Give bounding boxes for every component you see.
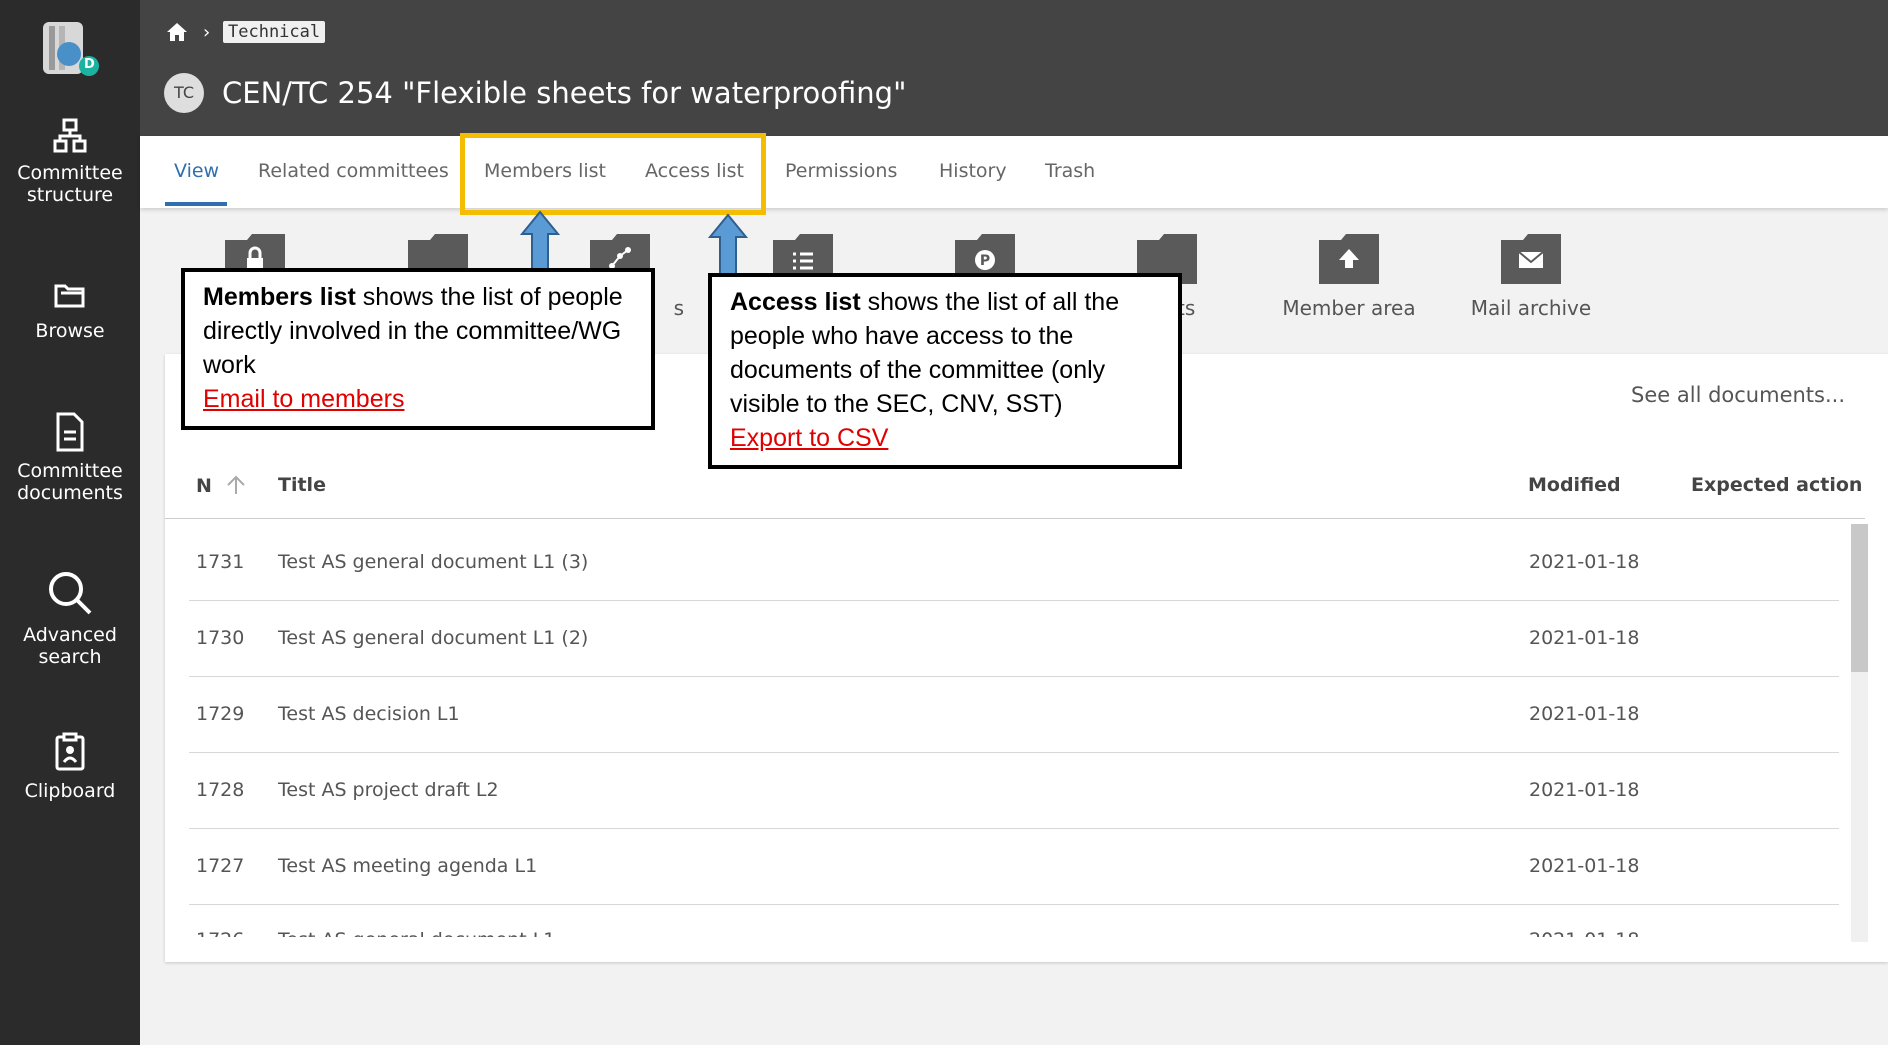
sidebar: D Committee structure Browse Committee d… xyxy=(0,0,140,1045)
email-to-members-link[interactable]: Email to members xyxy=(203,382,633,416)
sidebar-item-committee-structure[interactable]: Committee structure xyxy=(0,118,140,206)
sidebar-label-line1: Committee xyxy=(17,162,123,184)
sort-ascending-icon[interactable] xyxy=(225,474,247,496)
upload-folder-icon xyxy=(1319,234,1379,284)
cell-title[interactable]: Test AS meeting agenda L1 xyxy=(278,855,537,877)
breadcrumb-home[interactable] xyxy=(166,22,188,46)
cell-modified: 2021-01-18 xyxy=(1529,627,1640,649)
cell-modified: 2021-01-18 xyxy=(1529,703,1640,725)
cell-n: 1726 xyxy=(196,929,244,937)
active-tab-indicator xyxy=(165,202,227,206)
cell-modified: 2021-01-18 xyxy=(1529,929,1639,937)
tab-view[interactable]: View xyxy=(174,160,219,182)
cell-modified: 2021-01-18 xyxy=(1529,551,1640,573)
cell-title[interactable]: Test AS general document L1 (2) xyxy=(278,627,588,649)
column-title[interactable]: Title xyxy=(278,474,326,496)
export-to-csv-link[interactable]: Export to CSV xyxy=(730,421,1160,455)
tab-history[interactable]: History xyxy=(939,160,1007,182)
breadcrumb-separator: › xyxy=(203,22,211,43)
callout-access-title: Access list xyxy=(730,288,861,316)
quick-member-area[interactable]: Member area xyxy=(1279,232,1419,320)
sidebar-label-line1: Clipboard xyxy=(24,780,116,802)
cell-n: 1729 xyxy=(196,703,245,725)
tab-bar: View Related committees Members list Acc… xyxy=(140,136,1888,208)
cell-title[interactable]: Test AS general document L1 (3) xyxy=(278,551,588,573)
cell-modified: 2021-01-18 xyxy=(1529,855,1640,877)
cell-title[interactable]: Test AS general document L1 xyxy=(278,929,555,937)
document-icon xyxy=(56,412,84,452)
search-icon xyxy=(49,572,92,615)
folders-icon xyxy=(54,284,85,308)
table-row[interactable]: 1729 Test AS decision L1 2021-01-18 xyxy=(189,677,1839,753)
svg-text:P: P xyxy=(980,253,990,269)
cell-n: 1730 xyxy=(196,627,245,649)
quick-label: Member area xyxy=(1282,296,1416,320)
column-n[interactable]: N xyxy=(196,474,247,497)
sidebar-item-committee-documents[interactable]: Committee documents xyxy=(0,412,140,504)
sidebar-label-line1: Browse xyxy=(35,320,105,342)
table-row[interactable]: 1731 Test AS general document L1 (3) 202… xyxy=(189,525,1839,601)
sidebar-label-line1: Committee xyxy=(17,460,123,482)
sitemap-icon xyxy=(53,118,87,153)
cell-title[interactable]: Test AS decision L1 xyxy=(278,703,460,725)
logo-icon xyxy=(43,22,99,76)
table-row[interactable]: 1727 Test AS meeting agenda L1 2021-01-1… xyxy=(189,829,1839,905)
cell-n: 1731 xyxy=(196,551,245,573)
table-row[interactable]: 1726 Test AS general document L1 2021-01… xyxy=(189,905,1839,937)
tabs-highlight-box xyxy=(460,133,766,215)
members-list-callout: Members list shows the list of people di… xyxy=(181,268,655,430)
mail-folder-icon xyxy=(1501,234,1561,284)
cell-n: 1728 xyxy=(196,779,245,801)
header: › Technical TC CEN/TC 254 "Flexible shee… xyxy=(140,0,1888,136)
home-icon xyxy=(167,23,187,41)
tab-permissions[interactable]: Permissions xyxy=(785,160,897,182)
cell-title[interactable]: Test AS project draft L2 xyxy=(278,779,499,801)
logo-badge: D xyxy=(84,57,95,72)
column-n-label: N xyxy=(196,475,212,497)
quick-mail-archive[interactable]: Mail archive xyxy=(1461,232,1601,320)
cell-n: 1727 xyxy=(196,855,245,877)
tab-related-committees[interactable]: Related committees xyxy=(258,160,449,182)
sidebar-label-line2: search xyxy=(38,646,102,668)
sidebar-item-browse[interactable]: Browse xyxy=(0,280,140,342)
tab-trash[interactable]: Trash xyxy=(1045,160,1095,182)
sidebar-item-advanced-search[interactable]: Advanced search xyxy=(0,570,140,668)
sidebar-item-clipboard[interactable]: Clipboard xyxy=(0,732,140,802)
table-scrollbar-thumb[interactable] xyxy=(1851,524,1868,672)
access-list-callout: Access list shows the list of all the pe… xyxy=(708,273,1182,469)
clipboard-icon xyxy=(55,732,85,771)
see-all-documents-link[interactable]: See all documents... xyxy=(1631,383,1845,407)
table-row[interactable]: 1730 Test AS general document L1 (2) 202… xyxy=(189,601,1839,677)
sidebar-label-line1: Advanced xyxy=(23,624,117,646)
callout-members-title: Members list xyxy=(203,283,356,311)
page-title: CEN/TC 254 "Flexible sheets for waterpro… xyxy=(222,76,907,110)
quick-label: Mail archive xyxy=(1470,296,1592,320)
cell-modified: 2021-01-18 xyxy=(1529,779,1640,801)
column-modified[interactable]: Modified xyxy=(1528,474,1621,496)
table-row[interactable]: 1728 Test AS project draft L2 2021-01-18 xyxy=(189,753,1839,829)
committee-type-badge: TC xyxy=(164,73,204,113)
column-expected-action[interactable]: Expected action xyxy=(1691,474,1862,496)
breadcrumb-tag[interactable]: Technical xyxy=(223,21,326,43)
sidebar-label-line2: structure xyxy=(26,184,114,206)
sidebar-label-line2: documents xyxy=(17,482,123,504)
app-logo[interactable]: D xyxy=(39,18,103,82)
